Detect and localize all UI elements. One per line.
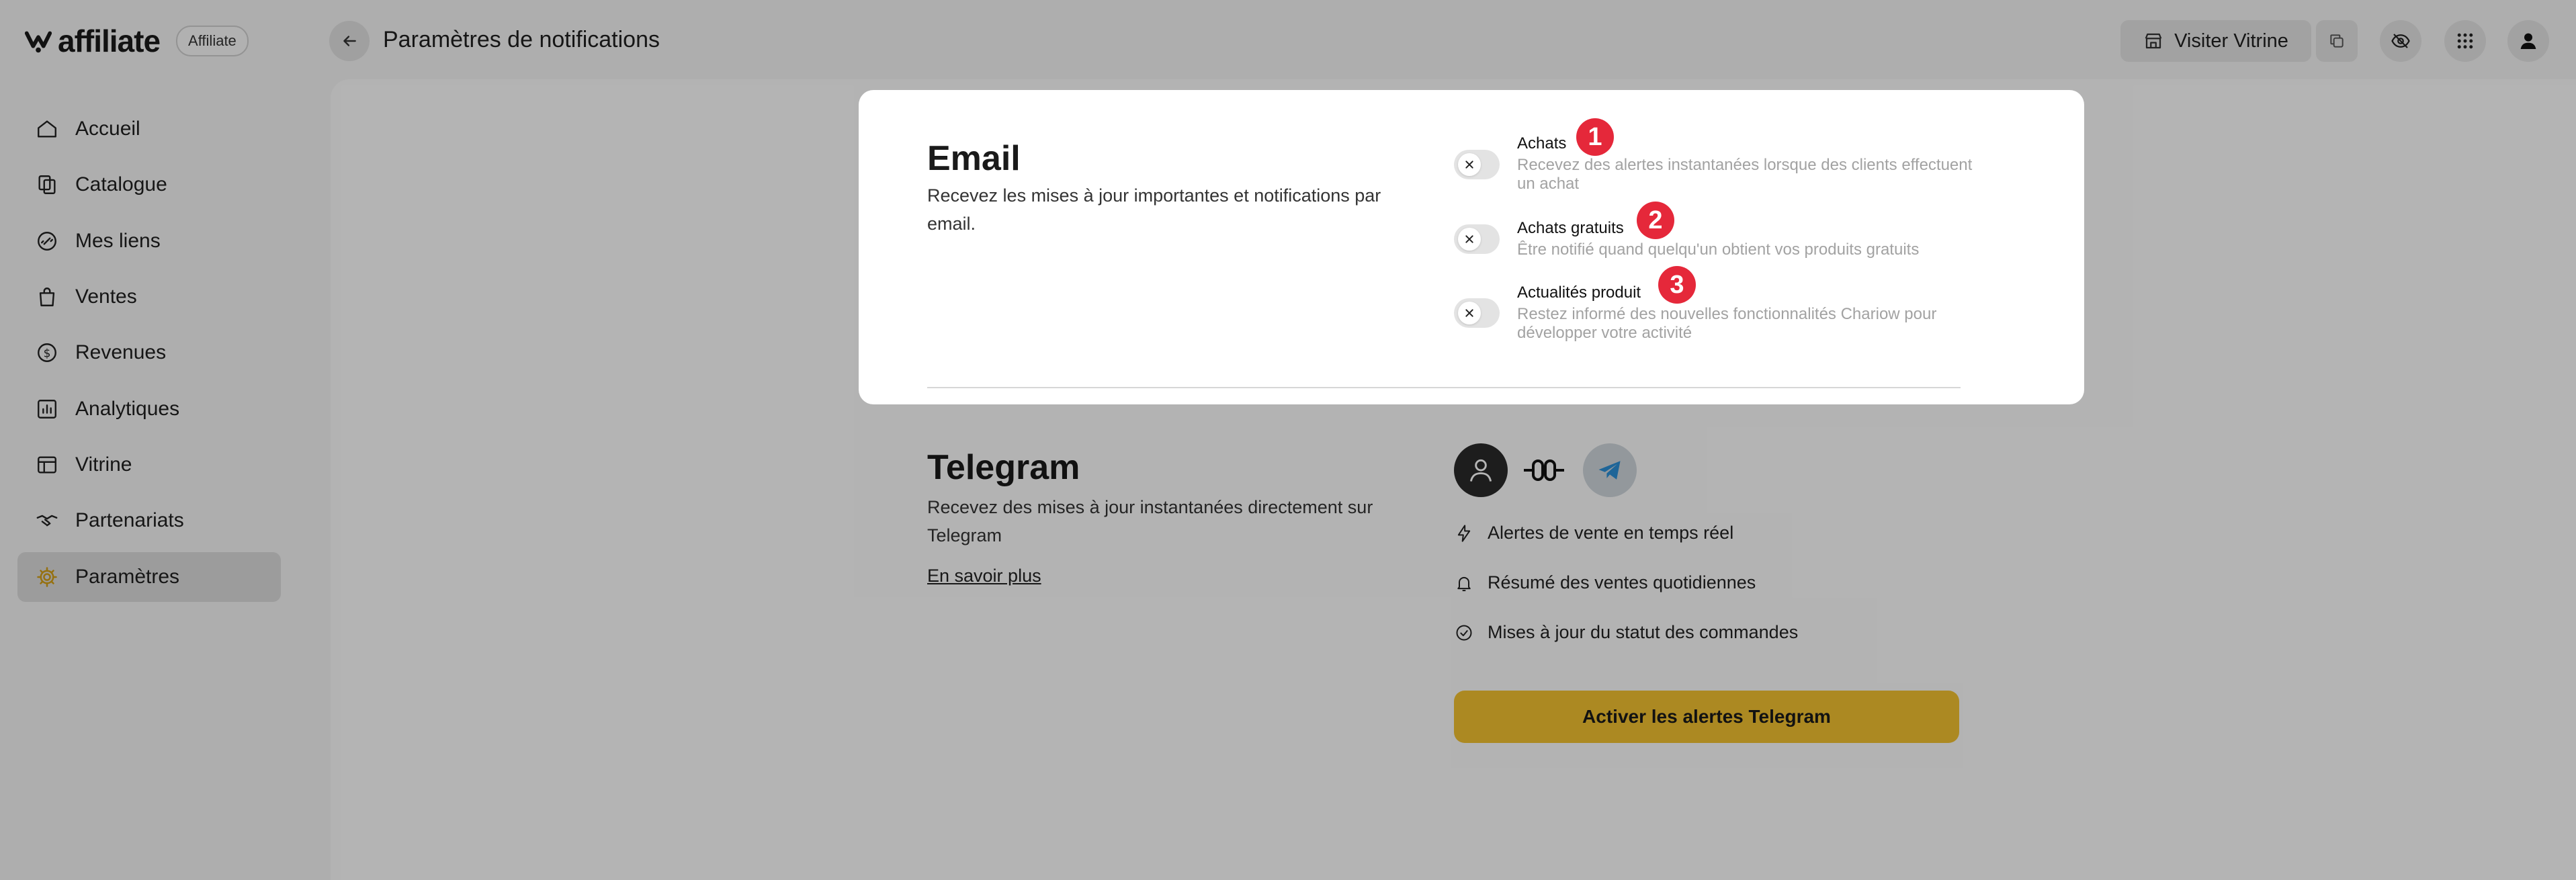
free-purchases-toggle[interactable] — [1454, 224, 1500, 254]
close-icon — [1465, 309, 1473, 317]
toggle-knob — [1458, 153, 1481, 176]
free-purchases-option-title: Achats gratuits — [1517, 219, 1624, 237]
step-2-badge: 2 — [1637, 202, 1674, 239]
product-news-toggle[interactable] — [1454, 298, 1500, 328]
step-1-badge: 1 — [1576, 118, 1614, 156]
product-news-option-title: Actualités produit — [1517, 283, 1641, 302]
email-notifications-card: Email Recevez les mises à jour important… — [859, 90, 2084, 404]
toggle-knob — [1458, 302, 1481, 324]
purchases-option-description: Recevez des alertes instantanées lorsque… — [1517, 156, 1973, 193]
purchases-option-title: Achats — [1517, 134, 1567, 152]
step-3-badge: 3 — [1658, 266, 1696, 304]
email-section-title: Email — [927, 139, 1021, 178]
toggle-knob — [1458, 228, 1481, 251]
purchases-toggle[interactable] — [1454, 150, 1500, 179]
product-news-option-description: Restez informé des nouvelles fonctionnal… — [1517, 305, 1937, 342]
close-icon — [1465, 161, 1473, 169]
close-icon — [1465, 235, 1473, 243]
section-divider — [927, 387, 1961, 388]
free-purchases-option-description: Être notifié quand quelqu'un obtient vos… — [1517, 240, 1920, 259]
email-section-description: Recevez les mises à jour importantes et … — [927, 185, 1381, 234]
